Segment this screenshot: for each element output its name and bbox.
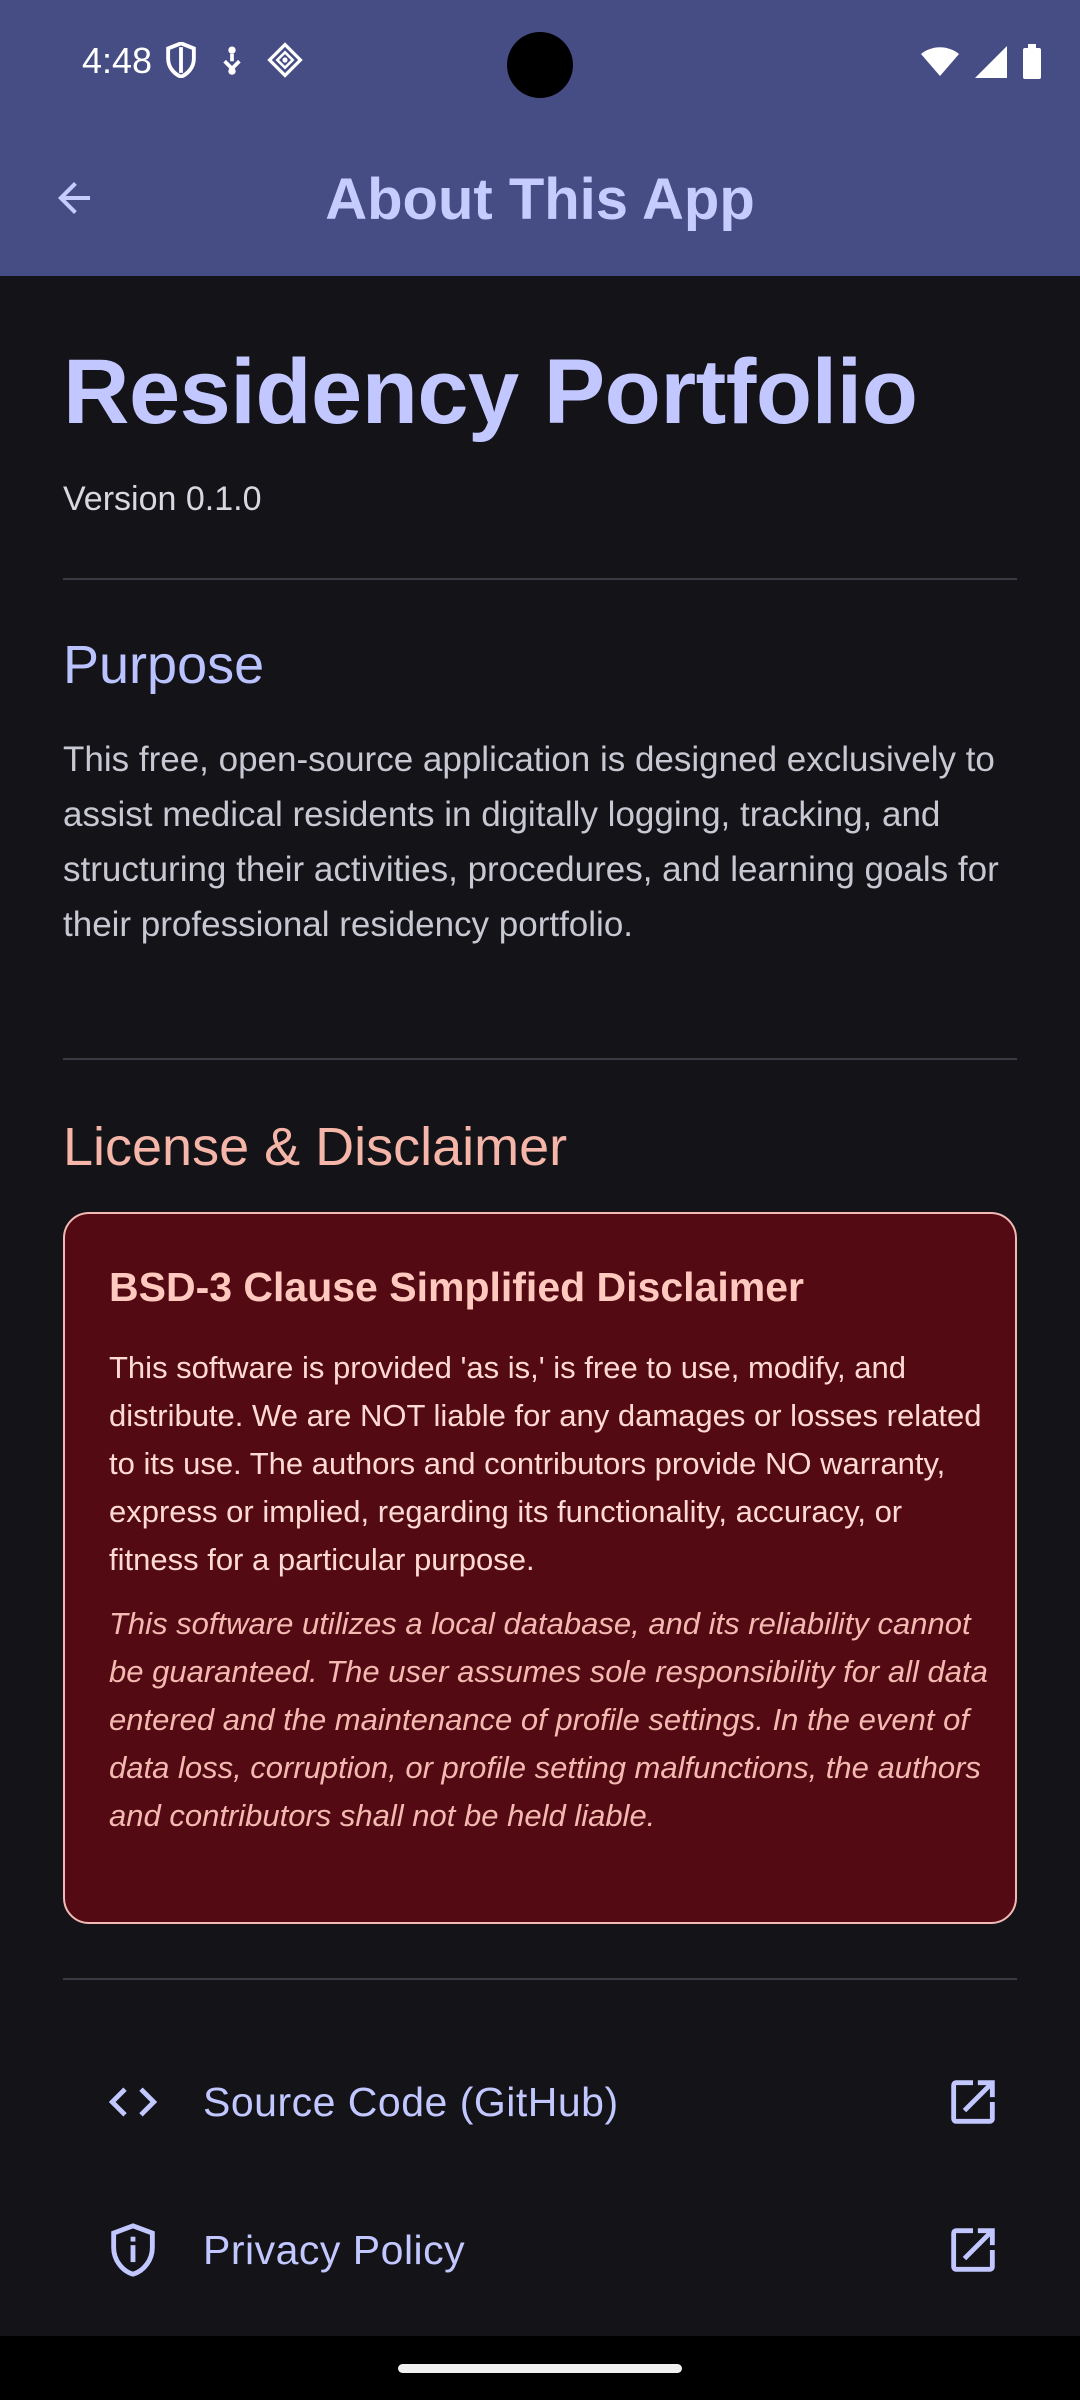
- disclaimer-title: BSD-3 Clause Simplified Disclaimer: [109, 1264, 804, 1310]
- version-text: Version 0.1.0: [63, 480, 262, 518]
- home-gesture-handle[interactable]: [398, 2364, 682, 2373]
- camera-cutout: [507, 32, 573, 98]
- status-left-icons: [165, 41, 303, 83]
- source-code-label: Source Code (GitHub): [203, 2078, 619, 2125]
- purpose-body: This free, open-source application is de…: [63, 740, 999, 944]
- disclaimer-body: This software is provided 'as is,' is fr…: [109, 1350, 982, 1577]
- open-in-new-icon: [943, 2072, 1003, 2132]
- usb-debug-icon: [219, 44, 245, 81]
- source-code-link[interactable]: Source Code (GitHub): [103, 2042, 1003, 2162]
- divider: [63, 1058, 1017, 1060]
- shield-info-icon: [103, 2220, 163, 2280]
- status-bar: 4:48: [0, 0, 1080, 128]
- divider: [63, 1978, 1017, 1980]
- open-in-new-icon: [943, 2220, 1003, 2280]
- status-right-icons: [920, 44, 1042, 85]
- signal-icon: [974, 45, 1008, 84]
- status-time: 4:48: [82, 40, 153, 81]
- battery-icon: [1022, 44, 1042, 85]
- privacy-policy-link[interactable]: Privacy Policy: [103, 2190, 1003, 2310]
- privacy-policy-label: Privacy Policy: [203, 2226, 466, 2273]
- license-heading: License & Disclaimer: [63, 1117, 568, 1177]
- app-bar-title: About This App: [325, 167, 755, 232]
- app-name-heading: Residency Portfolio: [63, 341, 918, 443]
- disclaimer-card: BSD-3 Clause Simplified Disclaimer This …: [63, 1212, 1017, 1924]
- disclaimer-note: This software utilizes a local database,…: [109, 1606, 988, 1833]
- divider: [63, 578, 1017, 580]
- shield-icon: [165, 41, 197, 83]
- code-icon: [103, 2072, 163, 2132]
- data-sync-icon: [267, 42, 303, 83]
- wifi-icon: [920, 46, 960, 83]
- purpose-heading: Purpose: [63, 635, 265, 695]
